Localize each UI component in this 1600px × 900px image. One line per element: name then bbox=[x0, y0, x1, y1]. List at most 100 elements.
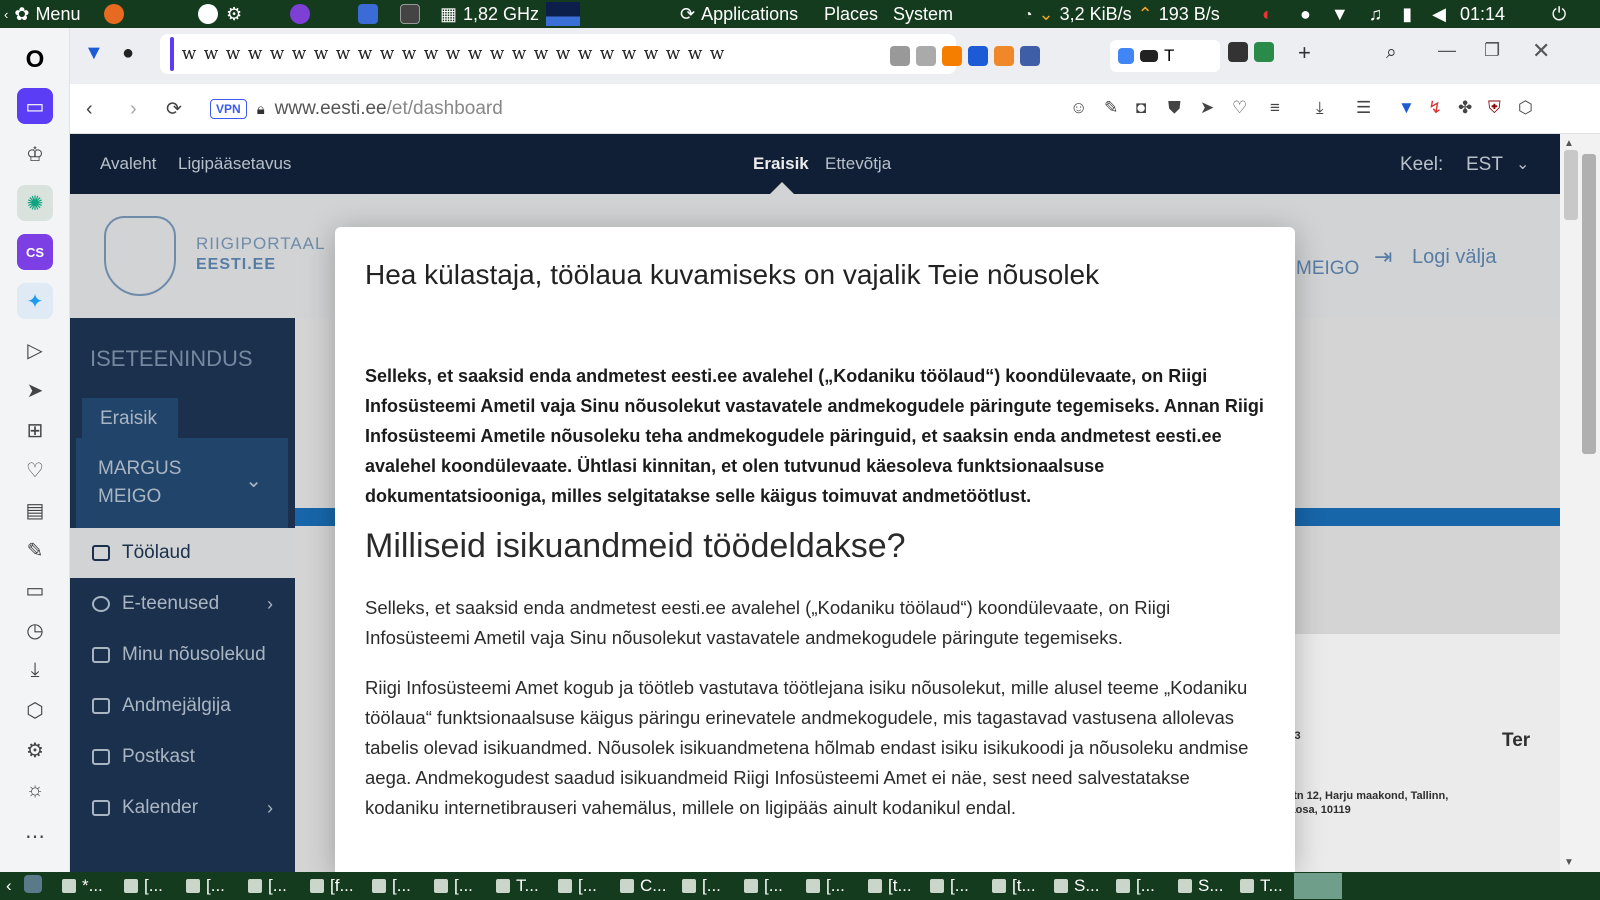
terminal-launcher[interactable] bbox=[400, 0, 420, 28]
pinned-tab-group[interactable] bbox=[890, 42, 1080, 70]
player-icon[interactable]: ▷ bbox=[17, 332, 53, 368]
tab-wikipedia[interactable]: w bbox=[486, 44, 508, 64]
more-dots-icon[interactable]: ⋯ bbox=[17, 818, 53, 854]
tab-wikipedia[interactable]: w bbox=[464, 44, 486, 64]
tab-wikipedia[interactable]: w bbox=[420, 44, 442, 64]
twitter-icon[interactable]: ✦ bbox=[17, 283, 53, 319]
taskbar-item[interactable]: [f... bbox=[302, 876, 364, 896]
active-tab[interactable]: T bbox=[1110, 40, 1220, 72]
extension-icon[interactable]: ↯ bbox=[1428, 98, 1442, 118]
power-button[interactable]: ⏻ bbox=[1552, 0, 1566, 28]
tor-launcher[interactable] bbox=[290, 0, 310, 28]
taskbar-item[interactable]: [... bbox=[364, 876, 426, 896]
tab-wikipedia[interactable]: w bbox=[596, 44, 618, 64]
restore-window-button[interactable]: ❐ bbox=[1484, 40, 1500, 61]
taskbar-item[interactable]: T... bbox=[1232, 876, 1294, 896]
emoji-icon[interactable]: ☺ bbox=[1070, 98, 1087, 118]
taskbar-item[interactable]: *... bbox=[54, 876, 116, 896]
url-field[interactable]: VPN 🔒︎ www.eesti.ee/et/dashboard bbox=[210, 91, 1400, 127]
taskbar-item[interactable]: [t... bbox=[984, 876, 1046, 896]
tab-wikipedia[interactable]: w bbox=[200, 44, 222, 64]
tab-wikipedia[interactable]: w bbox=[354, 44, 376, 64]
vpn-badge[interactable]: VPN bbox=[210, 99, 247, 119]
heart-icon[interactable]: ♡ bbox=[17, 452, 53, 488]
battery-saver-icon[interactable]: ≡ bbox=[1270, 98, 1280, 118]
download-icon[interactable]: ⤓ bbox=[1316, 98, 1324, 118]
shield-icon[interactable]: ⛊ bbox=[1168, 98, 1181, 118]
tab-wikipedia[interactable]: w bbox=[398, 44, 420, 64]
opera-logo-icon[interactable]: O bbox=[17, 42, 53, 78]
inner-scrollbar-thumb[interactable] bbox=[1564, 150, 1578, 220]
taskbar-item[interactable]: [... bbox=[240, 876, 302, 896]
taskbar-active-opera[interactable] bbox=[1294, 873, 1342, 899]
camera-icon[interactable]: ◘ bbox=[1136, 98, 1146, 118]
tab-wikipedia[interactable]: w bbox=[244, 44, 266, 64]
tab-strip[interactable]: w w w w w w w w w w w w w w w w w w w w … bbox=[160, 34, 956, 74]
firefox-launcher[interactable] bbox=[104, 0, 124, 28]
extensions-cube-icon[interactable]: ⬡ bbox=[17, 692, 53, 728]
taskbar-item[interactable]: S... bbox=[1170, 876, 1232, 896]
tab-wikipedia[interactable]: w bbox=[530, 44, 552, 64]
easy-setup-icon[interactable]: ☰ bbox=[1356, 98, 1371, 118]
send-icon[interactable]: ➤ bbox=[1200, 98, 1214, 118]
scrollbar-thumb[interactable] bbox=[1582, 154, 1596, 454]
tab-search-icon[interactable]: ⌕ bbox=[1386, 42, 1397, 64]
tab-wikipedia[interactable]: w bbox=[442, 44, 464, 64]
notes-icon[interactable]: ▤ bbox=[17, 492, 53, 528]
lock-icon[interactable]: 🔒︎ bbox=[257, 101, 265, 118]
taskbar-item[interactable]: S... bbox=[1046, 876, 1108, 896]
heart-icon[interactable]: ♡ bbox=[1232, 98, 1247, 118]
cs-app-icon[interactable]: CS bbox=[17, 234, 53, 270]
page-scrollbar[interactable]: ▲ ▼ bbox=[1560, 134, 1600, 872]
opera-launcher[interactable] bbox=[358, 0, 378, 28]
reading-list-icon[interactable]: ▭ bbox=[17, 88, 53, 124]
tab-wikipedia[interactable]: w bbox=[508, 44, 530, 64]
scroll-up-arrow-icon[interactable]: ▲ bbox=[1564, 138, 1574, 149]
puzzle-extension-icon[interactable]: ✤ bbox=[1458, 98, 1472, 118]
menu-button[interactable]: ‹ ✿ Menu bbox=[4, 0, 80, 28]
taskbar-item[interactable]: [... bbox=[674, 876, 736, 896]
ublock-icon[interactable]: ⛨ bbox=[1488, 98, 1501, 118]
taskbar-item[interactable]: [... bbox=[798, 876, 860, 896]
tab-wikipedia[interactable]: w bbox=[222, 44, 244, 64]
places-menu[interactable]: Places bbox=[824, 0, 878, 28]
send-icon[interactable]: ➤ bbox=[17, 372, 53, 408]
chatgpt-icon[interactable]: ✺ bbox=[17, 185, 53, 221]
tab-wikipedia[interactable]: w bbox=[552, 44, 574, 64]
scroll-down-arrow-icon[interactable]: ▼ bbox=[1564, 857, 1574, 868]
tray-apps[interactable]: ◐ bbox=[1262, 0, 1273, 28]
tab-wikipedia[interactable]: w bbox=[618, 44, 640, 64]
minimize-window-button[interactable]: — bbox=[1438, 40, 1456, 61]
taskbar-item[interactable]: [... bbox=[922, 876, 984, 896]
settings-gear-icon[interactable]: ⚙ bbox=[17, 732, 53, 768]
tab-wikipedia[interactable]: w bbox=[288, 44, 310, 64]
close-window-button[interactable]: ✕ bbox=[1532, 38, 1550, 64]
taskbar-item[interactable]: [... bbox=[736, 876, 798, 896]
tab-wikipedia[interactable]: w bbox=[662, 44, 684, 64]
extra-tabs[interactable] bbox=[1228, 42, 1274, 62]
tab-wikipedia[interactable]: w bbox=[376, 44, 398, 64]
share-icon[interactable]: ✎ bbox=[1104, 98, 1118, 118]
tab-wikipedia[interactable]: w bbox=[684, 44, 706, 64]
taskbar-item[interactable]: T... bbox=[488, 876, 550, 896]
github-icon[interactable]: ● bbox=[122, 42, 134, 65]
taskbar-item[interactable]: [... bbox=[1108, 876, 1170, 896]
settings-launcher[interactable]: ⚙ bbox=[226, 0, 242, 28]
back-button[interactable]: ‹ bbox=[86, 98, 93, 121]
inkscape-launcher[interactable] bbox=[198, 0, 218, 28]
tab-wikipedia[interactable]: w bbox=[640, 44, 662, 64]
taskbar-item[interactable]: C... bbox=[612, 876, 674, 896]
apps-grid-icon[interactable]: ⊞ bbox=[17, 412, 53, 448]
tabs-icon[interactable]: ▭ bbox=[17, 572, 53, 608]
vpn-shield-icon[interactable]: ▼ bbox=[84, 42, 104, 65]
applications-menu[interactable]: ⟳ Applications bbox=[680, 0, 798, 28]
cube-extension-icon[interactable]: ⬡ bbox=[1518, 98, 1533, 118]
forward-button[interactable]: › bbox=[130, 98, 137, 121]
taskbar-item[interactable]: [... bbox=[116, 876, 178, 896]
tab-wikipedia[interactable]: w bbox=[332, 44, 354, 64]
lightbulb-icon[interactable]: ☼ bbox=[17, 772, 53, 808]
tab-wikipedia[interactable]: w bbox=[706, 44, 728, 64]
system-menu[interactable]: System bbox=[893, 0, 953, 28]
downloads-icon[interactable]: ⤓ bbox=[17, 652, 53, 688]
taskbar-item[interactable]: [... bbox=[550, 876, 612, 896]
